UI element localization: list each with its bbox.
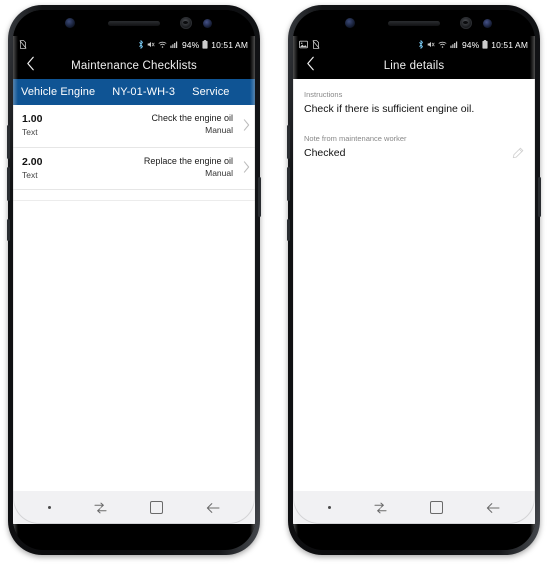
power-button-left[interactable] — [258, 177, 261, 217]
no-sim-icon — [19, 40, 27, 49]
nav-indicator-dot-icon — [48, 506, 52, 509]
context-segment-vehicle: Vehicle Engine — [21, 86, 96, 98]
field-value: Checked — [304, 146, 346, 159]
row-type: Manual — [205, 125, 233, 136]
field-label: Instructions — [304, 90, 343, 99]
field-value: Check if there is sufficient engine oil. — [304, 102, 475, 115]
row-title: Replace the engine oil — [143, 155, 233, 166]
mute-icon — [427, 40, 435, 49]
iris-scanner-icon — [460, 17, 472, 29]
status-bar-left: 94% 10:51 AM — [13, 36, 255, 53]
row-right-col: Replace the engine oil Manual — [42, 156, 247, 180]
context-segment-asset-id: NY-01-WH-3 — [112, 86, 176, 98]
back-icon[interactable] — [486, 502, 500, 514]
back-chevron-icon — [306, 56, 315, 76]
earpiece-speaker-icon — [108, 21, 160, 26]
battery-percent-label: 94% — [181, 39, 200, 50]
back-icon[interactable] — [206, 502, 220, 514]
volume-down-button-right[interactable] — [287, 167, 290, 201]
battery-icon — [202, 40, 208, 49]
line-details-panel: Instructions Check if there is sufficien… — [293, 79, 535, 160]
nav-indicator-dot-icon — [328, 506, 332, 509]
status-bar-right-left-icons — [299, 40, 320, 49]
home-icon[interactable] — [429, 501, 443, 514]
status-bar-time-left: 10:51 AM — [211, 39, 248, 50]
system-nav-bar-left — [13, 491, 255, 524]
wifi-icon — [158, 40, 167, 49]
chevron-right-icon — [243, 161, 250, 175]
recents-icon[interactable] — [94, 502, 107, 514]
bluetooth-icon — [138, 40, 144, 49]
back-button-left[interactable] — [19, 53, 41, 79]
screen-left: 94% 10:51 AM Maintenance Checklists Vehi… — [13, 36, 255, 524]
row-left-col: 2.00 Text — [22, 156, 42, 182]
list-trailing-separator — [13, 190, 255, 202]
status-bar-right-right-icons: 94% 10:51 AM — [418, 40, 528, 50]
page-title-right: Line details — [383, 60, 445, 72]
power-button-right[interactable] — [538, 177, 541, 217]
bixby-button-left[interactable] — [7, 219, 10, 241]
system-nav-bar-right — [293, 491, 535, 524]
front-camera-icon — [65, 18, 75, 28]
screen-right: 94% 10:51 AM Line details Instructions C… — [293, 36, 535, 524]
status-bar-right-icons: 94% 10:51 AM — [138, 40, 248, 50]
wifi-icon — [438, 40, 447, 49]
front-camera-icon — [345, 18, 355, 28]
field-instructions: Instructions Check if there is sufficien… — [304, 90, 524, 116]
row-title: Check the engine oil — [151, 113, 233, 123]
proximity-sensor-icon — [203, 19, 212, 28]
phone-device-right: 94% 10:51 AM Line details Instructions C… — [287, 5, 541, 555]
image-icon — [299, 40, 308, 49]
sensor-strip-right — [293, 10, 535, 36]
chevron-right-icon — [243, 119, 250, 133]
earpiece-speaker-icon — [388, 21, 440, 26]
context-segment-service: Service — [192, 86, 230, 98]
back-chevron-icon — [26, 56, 35, 76]
mute-icon — [147, 40, 155, 49]
volume-down-button-left[interactable] — [7, 167, 10, 201]
status-bar-left-icons — [19, 40, 27, 49]
back-button-right[interactable] — [299, 53, 321, 79]
sensor-strip-left — [13, 10, 255, 36]
pencil-icon[interactable] — [512, 146, 524, 164]
row-subtype: Text — [22, 127, 38, 138]
phone-bezel-right: 94% 10:51 AM Line details Instructions C… — [293, 10, 535, 550]
page-title-left: Maintenance Checklists — [71, 60, 197, 72]
home-square-shape — [149, 501, 163, 514]
battery-percent-label: 94% — [461, 39, 480, 50]
status-bar-time-right: 10:51 AM — [491, 39, 528, 50]
field-label: Note from maintenance worker — [304, 133, 407, 143]
app-title-bar-right: Line details — [293, 53, 535, 79]
checklist-list: 1.00 Text Check the engine oil Manual 2.… — [13, 105, 255, 202]
no-sim-icon — [312, 40, 320, 49]
volume-up-button-right[interactable] — [287, 125, 290, 159]
row-left-col: 1.00 Text — [22, 113, 42, 139]
recents-icon[interactable] — [374, 502, 387, 514]
bixby-button-right[interactable] — [287, 219, 290, 241]
signal-icon — [450, 40, 459, 49]
context-bar-left: Vehicle Engine NY-01-WH-3 Service — [13, 79, 255, 105]
row-right-col: Check the engine oil Manual — [42, 113, 247, 137]
row-subtype: Text — [22, 169, 38, 180]
proximity-sensor-icon — [483, 19, 492, 28]
battery-icon — [482, 40, 488, 49]
field-maintenance-note[interactable]: Note from maintenance worker Checked — [304, 134, 524, 160]
home-icon[interactable] — [149, 501, 163, 514]
home-square-shape — [429, 501, 443, 514]
bluetooth-icon — [418, 40, 424, 49]
status-bar-right: 94% 10:51 AM — [293, 36, 535, 53]
screenshot-stage: 94% 10:51 AM Maintenance Checklists Vehi… — [0, 0, 548, 565]
row-number: 1.00 — [22, 113, 43, 125]
iris-scanner-icon — [180, 17, 192, 29]
table-row[interactable]: 2.00 Text Replace the engine oil Manual — [13, 147, 255, 191]
table-row[interactable]: 1.00 Text Check the engine oil Manual — [13, 105, 255, 148]
signal-icon — [170, 40, 179, 49]
row-type: Manual — [205, 167, 233, 178]
volume-up-button-left[interactable] — [7, 125, 10, 159]
phone-device-left: 94% 10:51 AM Maintenance Checklists Vehi… — [7, 5, 261, 555]
app-title-bar-left: Maintenance Checklists — [13, 53, 255, 79]
row-number: 2.00 — [22, 155, 43, 168]
phone-bezel-left: 94% 10:51 AM Maintenance Checklists Vehi… — [13, 10, 255, 550]
